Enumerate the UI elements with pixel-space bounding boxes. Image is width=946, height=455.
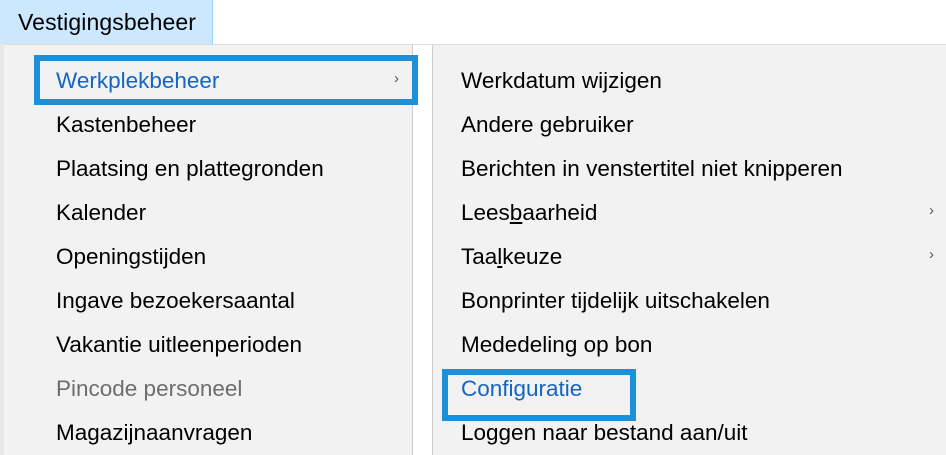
menu-item-berichten-niet-knipperen[interactable]: Berichten in venstertitel niet knipperen xyxy=(433,147,946,191)
menu-item-label: Bonprinter tijdelijk uitschakelen xyxy=(461,288,770,313)
menu-item-ingave-bezoekersaantal[interactable]: Ingave bezoekersaantal xyxy=(4,279,412,323)
menu-item-label: Leesbaarheid xyxy=(461,200,598,225)
chevron-right-icon: › xyxy=(929,246,934,263)
menu-item-werkdatum-wijzigen[interactable]: Werkdatum wijzigen xyxy=(433,59,946,103)
menu-item-label: Loggen naar bestand aan/uit xyxy=(461,420,748,445)
menu-item-label: Ingave bezoekersaantal xyxy=(56,288,295,313)
menu-item-label: Configuratie xyxy=(461,376,583,401)
menu-item-taalkeuze[interactable]: Taalkeuze › xyxy=(433,235,946,279)
menu-item-kastenbeheer[interactable]: Kastenbeheer xyxy=(4,103,412,147)
menu-item-label: Kastenbeheer xyxy=(56,112,197,137)
menu-item-pincode-personeel: Pincode personeel xyxy=(4,367,412,411)
menu-item-label: Plaatsing en plattegronden xyxy=(56,156,324,181)
menu-item-vakantie-uitleenperioden[interactable]: Vakantie uitleenperioden xyxy=(4,323,412,367)
menu-item-label: Kalender xyxy=(56,200,147,225)
menu-item-label: Andere gebruiker xyxy=(461,112,634,137)
chevron-right-icon: › xyxy=(929,202,934,219)
menu-item-label: Werkdatum wijzigen xyxy=(461,68,662,93)
menu-item-label: Berichten in venstertitel niet knipperen xyxy=(461,156,843,181)
menu-item-werkplekbeheer[interactable]: Werkplekbeheer › xyxy=(4,59,412,103)
menu-item-bonprinter-uitschakelen[interactable]: Bonprinter tijdelijk uitschakelen xyxy=(433,279,946,323)
menu-item-label: Werkplekbeheer xyxy=(56,68,220,93)
menu-item-loggen-naar-bestand[interactable]: Loggen naar bestand aan/uit xyxy=(433,411,946,455)
menu-item-configuratie[interactable]: Configuratie xyxy=(433,367,946,411)
chevron-right-icon: › xyxy=(394,70,399,87)
menu-gap xyxy=(413,45,432,455)
menu-item-mededeling-op-bon[interactable]: Mededeling op bon xyxy=(433,323,946,367)
menu-item-label: Openingstijden xyxy=(56,244,207,269)
menu-item-kalender[interactable]: Kalender xyxy=(4,191,412,235)
vestigingsbeheer-menu: Werkplekbeheer › Kastenbeheer Plaatsing … xyxy=(4,45,413,455)
menu-item-label: Vakantie uitleenperioden xyxy=(56,332,303,357)
menubar-title: Vestigingsbeheer xyxy=(18,8,197,35)
menu-item-magazijnaanvragen[interactable]: Magazijnaanvragen xyxy=(4,411,412,455)
menu-item-andere-gebruiker[interactable]: Andere gebruiker xyxy=(433,103,946,147)
menu-item-label: Magazijnaanvragen xyxy=(56,420,253,445)
menu-item-plaatsing-en-plattegronden[interactable]: Plaatsing en plattegronden xyxy=(4,147,412,191)
menu-item-label: Mededeling op bon xyxy=(461,332,653,357)
menu-item-leesbaarheid[interactable]: Leesbaarheid › xyxy=(433,191,946,235)
menu-item-openingstijden[interactable]: Openingstijden xyxy=(4,235,412,279)
werkplekbeheer-submenu: Werkdatum wijzigen Andere gebruiker Beri… xyxy=(432,45,946,455)
menu-item-label: Pincode personeel xyxy=(56,376,243,401)
menu-item-label: Taalkeuze xyxy=(461,244,563,269)
menubar-vestigingsbeheer[interactable]: Vestigingsbeheer xyxy=(0,0,214,44)
